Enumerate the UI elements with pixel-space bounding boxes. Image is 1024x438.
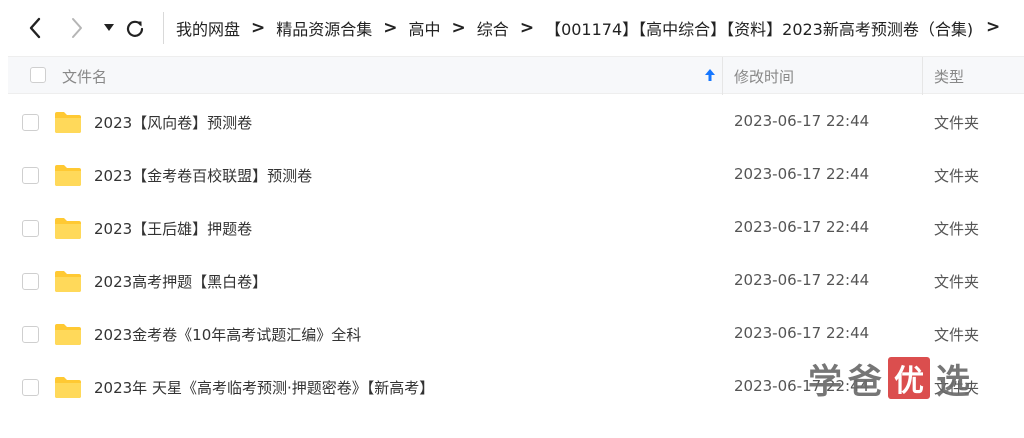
forward-button[interactable]: [64, 14, 90, 42]
column-divider[interactable]: [722, 57, 723, 95]
file-modified-time: 2023-06-17 22:44: [734, 271, 870, 289]
file-modified-time: 2023-06-17 22:44: [734, 218, 870, 236]
row-checkbox[interactable]: [22, 220, 39, 237]
column-header-modified-time[interactable]: 修改时间: [734, 66, 794, 87]
file-modified-time: 2023-06-17 22:44: [734, 112, 870, 130]
breadcrumb-more-arrow[interactable]: >: [986, 17, 1000, 37]
sort-up-arrow-icon[interactable]: [704, 68, 716, 82]
watermark-logo: 学 爸 优 选: [808, 352, 976, 404]
file-type: 文件夹: [934, 167, 980, 185]
row-checkbox[interactable]: [22, 167, 39, 184]
file-name[interactable]: 2023【风向卷】预测卷: [94, 112, 252, 133]
file-modified-time: 2023-06-17 22:44: [734, 165, 870, 183]
file-row[interactable]: 2023【金考卷百校联盟】预测卷 2023-06-17 22:44 文件夹: [8, 149, 1024, 202]
file-row[interactable]: 2023【风向卷】预测卷 2023-06-17 22:44 文件夹: [8, 96, 1024, 149]
breadcrumb-separator: >: [383, 18, 398, 38]
file-row[interactable]: 2023【王后雄】押题卷 2023-06-17 22:44 文件夹: [8, 202, 1024, 255]
file-name[interactable]: 2023【金考卷百校联盟】预测卷: [94, 165, 312, 186]
column-header-type[interactable]: 类型: [934, 66, 964, 87]
toolbar: 我的网盘 > 精品资源合集 > 高中 > 综合 > 【001174】【高中综合】…: [0, 0, 1024, 56]
chevron-left-icon: [29, 17, 41, 39]
folder-icon: [55, 218, 81, 239]
file-type: 文件夹: [934, 326, 980, 344]
watermark-char: 选: [936, 361, 970, 402]
file-name[interactable]: 2023金考卷《10年高考试题汇编》全科: [94, 324, 361, 345]
breadcrumb-item-my-drive[interactable]: 我的网盘: [176, 16, 240, 40]
column-divider[interactable]: [922, 57, 923, 95]
column-header-name[interactable]: 文件名: [62, 66, 107, 87]
watermark-char: 学: [808, 361, 842, 402]
file-list-header: 文件名 修改时间 类型: [8, 56, 1024, 95]
chevron-right-icon: [72, 18, 82, 38]
file-modified-time: 2023-06-17 22:44: [734, 324, 870, 342]
folder-icon: [55, 377, 81, 398]
folder-icon: [55, 112, 81, 133]
file-type: 文件夹: [934, 220, 980, 238]
file-row[interactable]: 2023高考押题【黑白卷】 2023-06-17 22:44 文件夹: [8, 255, 1024, 308]
row-checkbox[interactable]: [22, 273, 39, 290]
breadcrumb-item-current[interactable]: 【001174】【高中综合】【资料】2023新高考预测卷（合集): [545, 16, 973, 40]
folder-icon: [55, 324, 81, 345]
breadcrumb-separator: >: [251, 18, 266, 38]
breadcrumb: 我的网盘 > 精品资源合集 > 高中 > 综合 > 【001174】【高中综合】…: [176, 0, 973, 56]
refresh-icon: [126, 20, 144, 37]
file-name[interactable]: 2023【王后雄】押题卷: [94, 218, 252, 239]
folder-icon: [55, 165, 81, 186]
file-type: 文件夹: [934, 273, 980, 291]
refresh-button[interactable]: [122, 14, 148, 42]
row-checkbox[interactable]: [22, 114, 39, 131]
toolbar-divider: [163, 12, 164, 44]
breadcrumb-item-high-school[interactable]: 高中: [409, 16, 441, 40]
watermark-seal: 优: [888, 357, 930, 399]
select-all-checkbox[interactable]: [30, 67, 46, 83]
file-name[interactable]: 2023年 天星《高考临考预测·押题密卷》【新高考】: [94, 377, 434, 398]
file-name[interactable]: 2023高考押题【黑白卷】: [94, 271, 267, 292]
row-checkbox[interactable]: [22, 379, 39, 396]
breadcrumb-item-collection[interactable]: 精品资源合集: [276, 16, 372, 40]
triangle-down-icon: [104, 24, 114, 31]
row-checkbox[interactable]: [22, 326, 39, 343]
breadcrumb-separator: >: [451, 18, 466, 38]
file-type: 文件夹: [934, 114, 980, 132]
folder-icon: [55, 271, 81, 292]
breadcrumb-item-general[interactable]: 综合: [477, 16, 509, 40]
breadcrumb-separator: >: [519, 18, 535, 38]
watermark-char: 爸: [848, 361, 882, 402]
back-button[interactable]: [22, 14, 48, 42]
history-dropdown-button[interactable]: [96, 14, 122, 42]
